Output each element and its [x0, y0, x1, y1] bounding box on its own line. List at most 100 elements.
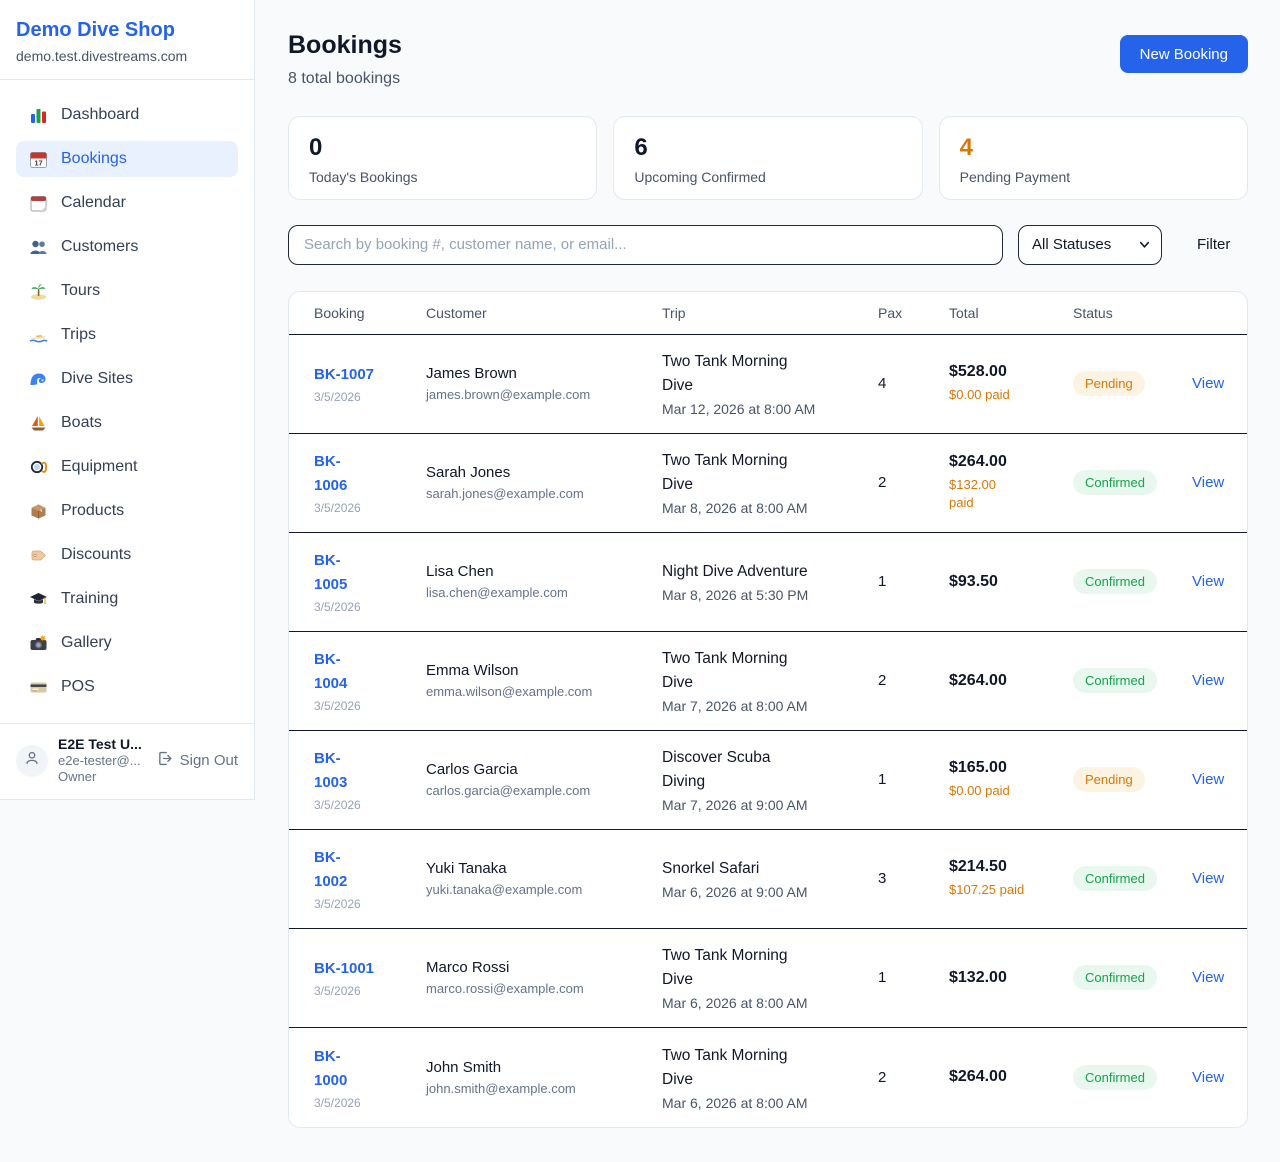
column-header-status: Status — [1073, 305, 1192, 321]
sidebar-item-calendar[interactable]: Calendar — [16, 185, 238, 221]
sidebar-item-pos[interactable]: POS — [16, 669, 238, 705]
status-badge: Confirmed — [1073, 965, 1157, 990]
view-link[interactable]: View — [1192, 870, 1224, 887]
sidebar-nav: Dashboard 17Bookings Calendar Customers Tour… — [0, 80, 254, 713]
booking-id-link[interactable]: BK- 1006 — [314, 450, 426, 498]
status-badge: Confirmed — [1073, 866, 1157, 891]
sidebar-item-label: Training — [61, 590, 118, 608]
booking-row: BK- 1003 3/5/2026Carlos Garciacarlos.garc… — [289, 731, 1247, 830]
trip-name: Two Tank Morning Dive — [662, 350, 878, 398]
sidebar-item-products[interactable]: Products — [16, 493, 238, 529]
sidebar-item-label: Tours — [61, 282, 100, 300]
booking-id-link[interactable]: BK-1001 — [314, 957, 426, 981]
paid-amount: $107.25 paid — [949, 881, 1073, 899]
customer-cell: James Brownjames.brown@example.com — [426, 365, 662, 402]
shop-name: Demo Dive Shop — [16, 18, 238, 42]
new-booking-button[interactable]: New Booking — [1120, 35, 1248, 73]
booking-id-link[interactable]: BK- 1005 — [314, 549, 426, 597]
booking-cell: BK- 10053/5/2026 — [314, 549, 426, 614]
customer-name: Marco Rossi — [426, 959, 662, 976]
customer-cell: Carlos Garciacarlos.garcia@example.com — [426, 761, 662, 798]
status-badge: Confirmed — [1073, 569, 1157, 594]
paid-amount: $0.00 paid — [949, 782, 1073, 800]
booking-id-link[interactable]: BK- 1002 — [314, 846, 426, 894]
stat-card-pending-payment: 4Pending Payment — [939, 116, 1248, 200]
sidebar-item-dive-sites[interactable]: Dive Sites — [16, 361, 238, 397]
booking-id-link[interactable]: BK- 1004 — [314, 648, 426, 696]
booking-row: BK- 10063/5/2026Sarah Jonessarah.jones@e… — [289, 434, 1247, 533]
page-header-text: Bookings 8 total bookings — [288, 32, 402, 88]
filter-button[interactable]: Filter — [1193, 236, 1234, 253]
booking-created-date: 3/5/2026 — [314, 798, 426, 812]
customer-cell: Marco Rossimarco.rossi@example.com — [426, 959, 662, 996]
sidebar-item-label: Calendar — [61, 194, 126, 212]
graduation-cap-icon — [29, 590, 48, 609]
booking-id-link[interactable]: BK- 1000 — [314, 1045, 426, 1093]
total-amount: $528.00 — [949, 363, 1073, 381]
booking-cell: BK- 10003/5/2026 — [314, 1045, 426, 1110]
status-cell: Confirmed — [1073, 569, 1192, 594]
customer-cell: Lisa Chenlisa.chen@example.com — [426, 563, 662, 600]
sidebar-item-equipment[interactable]: Equipment — [16, 449, 238, 485]
trip-cell: Snorkel SafariMar 6, 2026 at 9:00 AM — [662, 857, 878, 900]
search-input[interactable] — [288, 225, 1003, 265]
status-badge: Pending — [1073, 767, 1145, 792]
customer-name: John Smith — [426, 1059, 662, 1076]
stat-card-today-s-bookings: 0Today's Bookings — [288, 116, 597, 200]
booking-id-link[interactable]: BK-1007 — [314, 363, 426, 387]
status-cell: Confirmed — [1073, 1065, 1192, 1090]
status-badge: Pending — [1073, 371, 1145, 396]
total-cell: $264.00 — [949, 1068, 1073, 1086]
customer-cell: John Smithjohn.smith@example.com — [426, 1059, 662, 1096]
status-badge: Confirmed — [1073, 1065, 1157, 1090]
view-link[interactable]: View — [1192, 672, 1224, 689]
trip-cell: Two Tank Morning DiveMar 7, 2026 at 8:00… — [662, 647, 878, 714]
sidebar-item-trips[interactable]: Trips — [16, 317, 238, 353]
bar-chart-icon — [29, 106, 48, 125]
view-link[interactable]: View — [1192, 573, 1224, 590]
sign-out-button[interactable]: Sign Out — [156, 750, 238, 771]
sidebar-item-gallery[interactable]: Gallery — [16, 625, 238, 661]
sidebar-item-label: Dashboard — [61, 106, 139, 124]
booking-row: BK- 10043/5/2026Emma Wilsonemma.wilson@e… — [289, 632, 1247, 731]
status-cell: Confirmed — [1073, 668, 1192, 693]
avatar — [16, 745, 48, 777]
column-header-pax: Pax — [878, 305, 949, 321]
view-cell: View — [1192, 375, 1224, 392]
sidebar-item-label: Equipment — [61, 458, 138, 476]
page-header: Bookings 8 total bookings New Booking — [288, 32, 1248, 88]
sidebar-item-training[interactable]: Training — [16, 581, 238, 617]
booking-cell: BK- 1003 3/5/2026 — [314, 747, 426, 812]
people-icon — [29, 238, 48, 257]
sidebar-item-customers[interactable]: Customers — [16, 229, 238, 265]
sidebar-item-dashboard[interactable]: Dashboard — [16, 97, 238, 133]
trip-cell: Two Tank Morning DiveMar 6, 2026 at 8:00… — [662, 1044, 878, 1111]
booking-id-link[interactable]: BK- 1003 — [314, 747, 426, 795]
user-email: e2e-tester@... — [58, 753, 142, 769]
sidebar-item-boats[interactable]: Boats — [16, 405, 238, 441]
view-link[interactable]: View — [1192, 474, 1224, 491]
trip-datetime: Mar 6, 2026 at 8:00 AM — [662, 995, 878, 1011]
total-amount: $165.00 — [949, 759, 1073, 777]
total-cell: $264.00$132.00 paid — [949, 453, 1073, 512]
page-subtitle: 8 total bookings — [288, 70, 402, 88]
view-link[interactable]: View — [1192, 969, 1224, 986]
trip-datetime: Mar 6, 2026 at 8:00 AM — [662, 1095, 878, 1111]
view-link[interactable]: View — [1192, 1069, 1224, 1086]
sidebar-item-discounts[interactable]: Discounts — [16, 537, 238, 573]
booking-cell: BK-10073/5/2026 — [314, 363, 426, 404]
stat-value: 6 — [634, 136, 901, 160]
sidebar-item-bookings[interactable]: 17Bookings — [16, 141, 238, 177]
stat-cards: 0Today's Bookings6Upcoming Confirmed4Pen… — [288, 116, 1248, 200]
total-cell: $93.50 — [949, 573, 1073, 591]
view-cell: View — [1192, 573, 1224, 590]
customer-name: Sarah Jones — [426, 464, 662, 481]
status-filter-select[interactable]: All Statuses — [1018, 225, 1162, 265]
sidebar-item-tours[interactable]: Tours — [16, 273, 238, 309]
view-link[interactable]: View — [1192, 771, 1224, 788]
view-link[interactable]: View — [1192, 375, 1224, 392]
logout-icon — [156, 750, 173, 771]
booking-row: BK- 10023/5/2026Yuki Tanakayuki.tanaka@e… — [289, 830, 1247, 929]
customer-name: Lisa Chen — [426, 563, 662, 580]
dive-mask-icon — [29, 458, 48, 477]
